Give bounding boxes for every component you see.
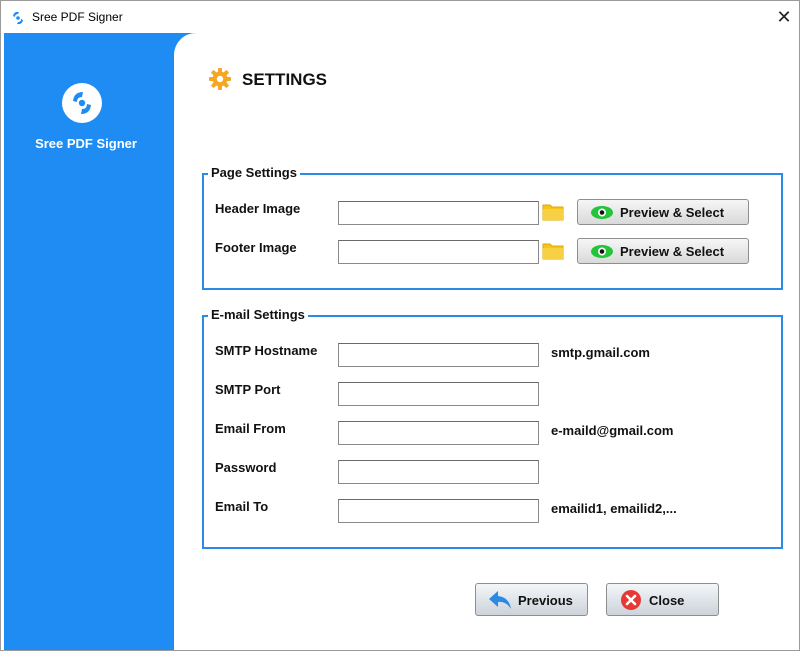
password-label: Password bbox=[215, 460, 277, 475]
page-title: SETTINGS bbox=[242, 70, 328, 89]
window-close-button[interactable]: ✕ bbox=[769, 4, 799, 30]
header-image-preview-label: Preview & Select bbox=[620, 205, 725, 220]
title-bar: Sree PDF Signer ✕ bbox=[1, 1, 799, 33]
close-button-label: Close bbox=[649, 593, 685, 608]
page-settings-group: Page Settings bbox=[202, 165, 783, 290]
header-image-input[interactable] bbox=[338, 201, 539, 225]
footer-image-folder-icon[interactable] bbox=[541, 239, 565, 263]
footer-image-preview-label: Preview & Select bbox=[620, 244, 725, 259]
email-to-label: Email To bbox=[215, 499, 269, 514]
email-to-input[interactable] bbox=[338, 499, 539, 523]
back-arrow-icon bbox=[489, 591, 511, 609]
footer-image-preview-button[interactable]: Preview & Select bbox=[577, 238, 749, 264]
footer-image-input[interactable] bbox=[338, 240, 539, 264]
smtp-hostname-hint: smtp.gmail.com bbox=[551, 345, 650, 360]
app-logo-icon bbox=[13, 11, 23, 25]
email-settings-legend: E-mail Settings bbox=[208, 307, 308, 323]
page-settings-legend: Page Settings bbox=[208, 165, 300, 181]
window-title: Sree PDF Signer bbox=[32, 10, 123, 24]
sidebar-app-name: Sree PDF Signer bbox=[35, 136, 137, 151]
sidebar: Sree PDF Signer bbox=[4, 33, 174, 650]
header-image-preview-button[interactable]: Preview & Select bbox=[577, 199, 749, 225]
header-image-folder-icon[interactable] bbox=[541, 200, 565, 224]
email-from-input[interactable] bbox=[338, 421, 539, 445]
smtp-hostname-label: SMTP Hostname bbox=[215, 343, 318, 358]
footer-image-label: Footer Image bbox=[215, 240, 297, 255]
app-logo-icon bbox=[73, 92, 91, 114]
app-window: Sree PDF Signer ✕ Sree PDF Signer SETTIN… bbox=[0, 0, 800, 651]
previous-button[interactable]: Previous bbox=[475, 583, 588, 616]
eye-icon bbox=[591, 206, 613, 219]
eye-icon bbox=[591, 245, 613, 258]
smtp-port-label: SMTP Port bbox=[215, 382, 281, 397]
previous-button-label: Previous bbox=[518, 593, 573, 608]
email-from-label: Email From bbox=[215, 421, 286, 436]
password-input[interactable] bbox=[338, 460, 539, 484]
close-circle-icon bbox=[621, 590, 641, 610]
header-image-label: Header Image bbox=[215, 201, 301, 216]
smtp-hostname-input[interactable] bbox=[338, 343, 539, 367]
smtp-port-input[interactable] bbox=[338, 382, 539, 406]
close-button[interactable]: Close bbox=[606, 583, 719, 616]
email-from-hint: e-maild@gmail.com bbox=[551, 423, 674, 438]
email-to-hint: emailid1, emailid2,... bbox=[551, 501, 677, 516]
gear-icon bbox=[209, 68, 231, 90]
app-logo bbox=[62, 83, 102, 123]
